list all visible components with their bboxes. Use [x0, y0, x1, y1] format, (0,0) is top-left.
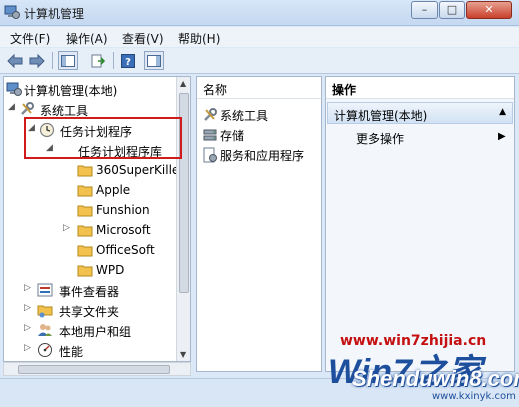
- export-list-icon[interactable]: [88, 51, 108, 70]
- menu-view[interactable]: 查看(V): [122, 30, 164, 47]
- tree-label: WPD: [96, 263, 125, 277]
- expand-icon[interactable]: ▷: [24, 283, 31, 293]
- tree-label: 共享文件夹: [59, 305, 120, 319]
- back-icon[interactable]: [5, 51, 25, 70]
- tree-horizontal-scrollbar[interactable]: [3, 362, 191, 376]
- more-actions-link[interactable]: 更多操作: [356, 130, 404, 147]
- system-tools-icon: [204, 108, 217, 121]
- folder-icon: [77, 165, 93, 177]
- folder-icon: [77, 225, 93, 237]
- scrollbar-thumb[interactable]: [18, 365, 170, 374]
- expand-icon[interactable]: ▷: [24, 343, 31, 353]
- list-item-label: 系统工具: [220, 109, 269, 123]
- menu-help[interactable]: 帮助(H): [178, 30, 220, 47]
- highlight-annotation: [24, 117, 182, 159]
- tree-label: Microsoft: [96, 223, 151, 237]
- computer-management-icon: [4, 5, 20, 19]
- actions-title: 操作: [332, 83, 357, 97]
- users-groups-icon: [38, 324, 52, 336]
- minimize-button[interactable]: –: [411, 1, 438, 19]
- svg-text:?: ?: [125, 57, 131, 68]
- show-hide-action-pane-icon[interactable]: [144, 51, 164, 70]
- tree-label: 360SuperKille: [96, 163, 180, 177]
- actions-header: 操作: [326, 77, 514, 99]
- expand-icon[interactable]: ▷: [24, 323, 31, 333]
- toolbar-separator: [113, 52, 114, 69]
- actions-pane: 操作 计算机管理(本地) ▲ 更多操作 ▶: [325, 76, 515, 372]
- scroll-up-icon[interactable]: ▲: [180, 79, 186, 88]
- forward-icon[interactable]: [27, 51, 47, 70]
- close-button[interactable]: ✕: [466, 1, 512, 19]
- tree-label: Funshion: [96, 203, 150, 217]
- tree-label: 计算机管理(本地): [24, 84, 118, 98]
- menu-bar: 文件(F) 操作(A) 查看(V) 帮助(H): [0, 27, 519, 47]
- shared-folders-icon: [37, 305, 53, 318]
- event-viewer-icon: [37, 283, 53, 297]
- storage-icon: [203, 129, 217, 141]
- menu-file[interactable]: 文件(F): [10, 30, 50, 47]
- services-apps-icon: [203, 147, 217, 163]
- expand-icon[interactable]: ▷: [63, 223, 70, 233]
- chevron-right-icon[interactable]: ▶: [498, 131, 506, 142]
- folder-icon: [77, 265, 93, 277]
- performance-icon: [38, 343, 52, 357]
- computer-management-icon: [6, 82, 22, 96]
- menu-action[interactable]: 操作(A): [66, 30, 108, 47]
- folder-icon: [77, 205, 93, 217]
- title-bar: 计算机管理 – □ ✕: [0, 0, 519, 26]
- watermark-site: www.kxinyk.com: [432, 391, 516, 402]
- help-icon[interactable]: ?: [118, 51, 138, 70]
- watermark-brand: Shenduwin8.com: [352, 366, 519, 391]
- tree-label: 本地用户和组: [59, 325, 132, 339]
- results-pane[interactable]: 名称 系统工具 存储 服务和应用程序: [196, 76, 322, 372]
- tree-label: 性能: [59, 345, 84, 359]
- toolbar: ?: [0, 48, 519, 74]
- tree-label: OfficeSoft: [96, 243, 155, 257]
- actions-group-computer-management[interactable]: 计算机管理(本地) ▲: [327, 102, 513, 124]
- column-header-label: 名称: [203, 83, 228, 97]
- list-item-label: 存储: [220, 129, 245, 143]
- window-title: 计算机管理: [24, 7, 85, 21]
- toolbar-separator: [52, 52, 53, 69]
- actions-group-title: 计算机管理(本地): [334, 109, 428, 123]
- system-tools-icon: [21, 102, 34, 115]
- computer-management-window: 计算机管理 – □ ✕ 文件(F) 操作(A) 查看(V) 帮助(H) ? 计算…: [0, 0, 519, 407]
- column-header-name[interactable]: 名称: [197, 77, 321, 99]
- show-hide-tree-icon[interactable]: [58, 51, 78, 70]
- folder-icon: [77, 185, 93, 197]
- collapse-arrow-icon[interactable]: ▲: [499, 107, 506, 117]
- collapse-icon[interactable]: ◢: [8, 102, 15, 112]
- expand-icon[interactable]: ▷: [24, 303, 31, 313]
- folder-icon: [77, 245, 93, 257]
- tree-label: 事件查看器: [59, 285, 120, 299]
- list-item-label: 服务和应用程序: [220, 149, 305, 163]
- maximize-button[interactable]: □: [439, 1, 465, 19]
- tree-label: Apple: [96, 183, 131, 197]
- scroll-down-icon[interactable]: ▼: [180, 350, 186, 359]
